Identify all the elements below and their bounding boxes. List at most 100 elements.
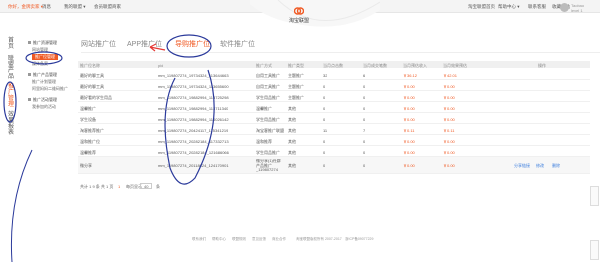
cell-orders: 6 xyxy=(363,72,366,78)
cell-name: 温馨推广 xyxy=(80,105,96,111)
cell-clicks: 11 xyxy=(323,127,328,133)
col-income: 当月预估收入 xyxy=(403,62,427,68)
cell-type: 其他 xyxy=(288,163,296,168)
help-link[interactable]: 帮助中心 ▾ xyxy=(498,4,520,10)
cell-est: ￥0.00 xyxy=(443,94,455,100)
share-link-button[interactable]: 分享链接 xyxy=(514,163,530,169)
float-feedback-button[interactable] xyxy=(590,186,599,206)
nav-reports[interactable]: 效果报表 xyxy=(8,112,14,136)
cell-way: 学生用品推广 xyxy=(256,116,280,122)
cell-way: 自用工具推广 xyxy=(256,83,280,89)
member-link[interactable]: 会员联盟商家 xyxy=(94,4,121,10)
brand-banner xyxy=(250,0,380,27)
cell-name: 微分享 xyxy=(80,163,92,168)
tb-home-link[interactable]: 淘宝联盟首页 xyxy=(468,4,495,10)
cell-name: 温和推广位 xyxy=(80,138,100,144)
table-row: 温馨推广 mm_119807274_19882994_113711340 温馨推… xyxy=(78,102,590,113)
cell-orders: 0 xyxy=(363,83,366,89)
greeting-link[interactable]: 你好，金牌卖家 ▾ xyxy=(8,4,43,10)
cell-income: ￥0.00 xyxy=(403,105,415,111)
nav-promotion-mgmt[interactable]: 推广管理 xyxy=(8,84,14,108)
cell-est: ￥0.00 xyxy=(443,105,455,111)
nav-products[interactable]: 联盟产品 xyxy=(8,56,14,80)
avatar[interactable] xyxy=(560,3,569,12)
col-est: 当月效果预估 xyxy=(443,62,467,68)
cell-clicks: 0 xyxy=(323,94,326,100)
cell-pid: mm_119807274_19734324_113644663 xyxy=(158,72,229,78)
cell-pid: mm_119807274_19882994_113711340 xyxy=(158,105,229,111)
tab-app[interactable]: APP推广位 xyxy=(127,39,162,49)
per-page-select[interactable]: 40 xyxy=(140,183,153,189)
service-link[interactable]: 联系客服 xyxy=(528,4,546,10)
col-type: 推广类型 xyxy=(288,62,304,68)
cell-orders: 0 xyxy=(363,138,366,144)
cell-name: 学生设备 xyxy=(80,116,96,122)
cell-pid: mm_119807274_20424117_115341219 xyxy=(158,127,229,133)
tab-software[interactable]: 软件推广位 xyxy=(220,39,255,49)
col-actions: 操作 xyxy=(538,62,546,68)
pager-unit: 条 xyxy=(156,184,160,189)
table-row: 最好看的学生用品 mm_119807274_19882994_113725298… xyxy=(78,91,590,102)
my-alimama-link[interactable]: 我的联盟 ▾ xyxy=(64,4,86,10)
cell-income: ￥0.11 xyxy=(403,127,415,133)
cell-pid: mm_119807274_19734324_113655600 xyxy=(158,83,229,89)
cell-income: ￥0.00 xyxy=(403,83,415,89)
float-top-button[interactable] xyxy=(590,240,599,260)
table-row: 温和推广位 mm_119807274_20282184_117332713 温和… xyxy=(78,135,590,146)
footer: 联系我们 帮助中心 联盟规则 意见反馈 商业合作 淘宝联盟版权所有 2007-2… xyxy=(0,235,600,243)
footer-link-contact[interactable]: 联系我们 xyxy=(192,237,206,242)
submenu-section-activities[interactable]: 推广活动管理 xyxy=(28,97,57,103)
cell-est: ￥0.00 xyxy=(443,83,455,89)
submenu-adzone-mgmt[interactable]: 推广位管理 xyxy=(32,54,58,60)
submenu-my-activities[interactable]: 我参加的活动 xyxy=(32,104,56,110)
footer-link-rules[interactable]: 联盟规则 xyxy=(232,237,246,242)
cell-type: 其他 xyxy=(288,116,296,122)
cell-clicks: 0 xyxy=(323,163,326,168)
cell-type: 其他 xyxy=(288,149,296,155)
table-row: 微分享 mm_119807274_20118624_124170901 微分享(… xyxy=(78,157,590,174)
col-orders: 当月成交笔数 xyxy=(363,62,387,68)
cell-income: ￥0.00 xyxy=(403,138,415,144)
cell-clicks: 0 xyxy=(323,149,326,155)
submenu-site-mgmt[interactable]: 网站管理 xyxy=(32,47,48,53)
tab-shopping-guide[interactable]: 导购推广位 xyxy=(175,39,210,49)
footer-link-help[interactable]: 帮助中心 xyxy=(212,237,226,242)
cell-type: 主题推广 xyxy=(288,72,304,78)
cell-way: 学生用品推广 xyxy=(256,94,280,100)
tab-website[interactable]: 网站推广位 xyxy=(81,39,116,49)
table-row: 最好的聊工具 mm_119807274_19734324_113644663 自… xyxy=(78,69,590,80)
pager-current-page[interactable]: 1 xyxy=(118,184,120,189)
user-info: Taobao level 1 xyxy=(571,3,584,13)
footer-link-feedback[interactable]: 意见反馈 xyxy=(252,237,266,242)
submenu-section-products[interactable]: 推广产品管理 xyxy=(28,72,57,78)
pager-summary: 共计 1 9 条 共 1 页 xyxy=(80,184,114,189)
col-clicks: 当月点击数 xyxy=(323,62,343,68)
table-row: 最好的聊工具 mm_119807274_19734324_113655600 自… xyxy=(78,80,590,91)
cell-income: ￥0.00 xyxy=(403,163,415,168)
brand-logo-icon[interactable] xyxy=(294,7,304,15)
submenu-media-record[interactable]: 媒体备案 xyxy=(32,61,48,67)
nav-home[interactable]: 首页 xyxy=(8,38,14,50)
cell-pid: mm_119807274_19882994_114026142 xyxy=(158,116,229,122)
cell-income: ￥0.00 xyxy=(403,149,415,155)
cell-type: 主题推广 xyxy=(288,94,304,100)
cell-clicks: 0 xyxy=(323,105,326,111)
message-link[interactable]: 消息 xyxy=(42,4,51,10)
cell-name: 最好的聊工具 xyxy=(80,72,104,78)
col-pid: pid xyxy=(158,62,164,68)
cell-orders: 7 xyxy=(363,127,366,133)
submenu-plan-mgmt[interactable]: 推广计划管理 xyxy=(32,79,56,85)
cell-est: ￥0.00 xyxy=(443,149,455,155)
submenu-qr-promo[interactable]: 阿里妈妈二维码推广 xyxy=(32,86,68,92)
edit-button[interactable]: 修改 xyxy=(536,163,544,169)
delete-button[interactable]: 删除 xyxy=(552,163,560,169)
cell-income: ￥36.12 xyxy=(403,72,418,78)
cell-est: ￥0.00 xyxy=(443,116,455,122)
submenu-section-resources[interactable]: 推广资源管理 xyxy=(28,40,57,46)
cell-est: ￥42.01 xyxy=(443,72,458,78)
cell-orders: 0 xyxy=(363,94,366,100)
cell-est: ￥0.00 xyxy=(443,163,455,168)
cell-type: 主题推广 xyxy=(288,83,304,89)
footer-link-biz[interactable]: 商业合作 xyxy=(272,237,286,242)
col-name: 推广位名称 xyxy=(80,62,100,68)
